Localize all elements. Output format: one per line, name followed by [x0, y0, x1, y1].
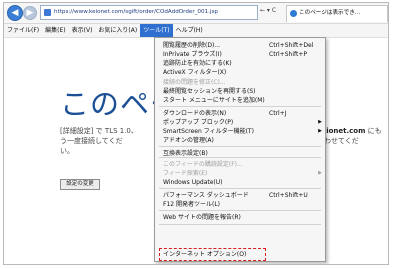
tools-menu-item[interactable]: 追跡防止を有効にする(K) [155, 59, 325, 68]
change-settings-button[interactable]: 設定の変更 [60, 179, 100, 190]
browser-window: ◀ ▶ https://www.keionet.com/sgift/order/… [3, 2, 389, 265]
tools-menu-item-label: Web サイトの問題を報告(R) [163, 214, 241, 221]
arrow-right-icon: ▶ [26, 7, 34, 18]
tools-menu-item[interactable]: 互換表示設定(B) [155, 149, 325, 158]
tools-menu-item-label: ダウンロードの表示(N) [163, 110, 227, 117]
menu-separator [159, 224, 321, 225]
shortcut-text: Ctrl+Shift+P [269, 51, 307, 58]
tools-menu-item-label: 互換表示設定(B) [163, 150, 208, 157]
tools-menu-item[interactable]: SmartScreen フィルター機能(T) ▶ [155, 127, 325, 136]
menu-separator [159, 188, 321, 189]
url-text: https://www.keionet.com/sgift/order/COdA… [54, 9, 218, 15]
tools-menu-item-label: F12 開発者ツール(L) [163, 201, 221, 208]
menu-item-5[interactable]: ヘルプ(H) [173, 24, 206, 37]
menu-item-1[interactable]: 編集(E) [42, 24, 68, 37]
tools-menu-item[interactable]: Windows Update(U) [155, 178, 325, 187]
page-icon [44, 9, 51, 16]
address-tools-icons[interactable]: ← ▾ C [260, 7, 276, 14]
submenu-arrow-icon: ▶ [318, 170, 322, 176]
tools-dropdown-menu: 閲覧履歴の削除(D)... Ctrl+Shift+Del InPrivate ブラウ… [154, 37, 326, 262]
shortcut-text: Ctrl+Shift+Del [269, 42, 314, 49]
tools-menu-item-label: SmartScreen フィルター機能(T) [163, 128, 254, 135]
page-body-right: keionet.com にも 合わせてくだ [317, 126, 387, 146]
ie-icon [290, 10, 297, 17]
submenu-arrow-icon: ▶ [318, 128, 322, 134]
tools-menu-item-label: ポップアップ ブロック(P) [163, 119, 234, 126]
menu-item-0[interactable]: ファイル(F) [4, 24, 42, 37]
tools-menu-item[interactable]: Web サイトの問題を報告(R) [155, 213, 325, 222]
tools-menu-item-label: このフィードの購読設定(F)... [163, 161, 243, 168]
submenu-arrow-icon: ▶ [318, 119, 322, 125]
tools-menu-item-label: アドオンの管理(A) [163, 137, 214, 144]
back-button[interactable]: ◀ [7, 5, 23, 21]
menu-item-4[interactable]: ツール(T) [140, 24, 173, 37]
tools-menu-item[interactable]: 最終閲覧セッションを再開する(S) [155, 87, 325, 96]
tools-menu-item[interactable]: F12 開発者ツール(L) [155, 200, 325, 209]
tools-menu-item[interactable]: 接続の問題を修正(C)... [155, 78, 325, 87]
tools-menu-item[interactable]: ActiveX フィルター(X) [155, 68, 325, 77]
tools-menu-item-label: 閲覧履歴の削除(D)... [163, 42, 221, 49]
tools-menu-item-label: 最終閲覧セッションを再開する(S) [163, 88, 256, 95]
tab-title: このページは表示でき... [299, 10, 361, 16]
menu-item-3[interactable]: お気に入り(A) [95, 24, 140, 37]
tools-menu-item-label: フィード探索(E) [163, 170, 208, 177]
tools-menu-item[interactable]: このフィードの購読設定(F)... [155, 160, 325, 169]
tools-menu-item[interactable]: パフォーマンス ダッシュボード Ctrl+Shift+U [155, 191, 325, 200]
tools-menu-item[interactable]: フィード探索(E) ▶ [155, 169, 325, 178]
tools-menu-item-label: パフォーマンス ダッシュボード [163, 192, 249, 199]
tools-menu-item-label: Windows Update(U) [163, 179, 223, 186]
menu-item-2[interactable]: 表示(V) [69, 24, 96, 37]
shortcut-text: Ctrl+Shift+U [269, 192, 308, 199]
tools-menu-item-label: スタート メニューにサイトを追加(M) [163, 97, 265, 104]
tools-menu-item-label: インターネット オプション(O) [163, 251, 247, 258]
tools-menu-item[interactable]: ポップアップ ブロック(P) ▶ [155, 118, 325, 127]
shortcut-text: Ctrl+J [269, 110, 287, 117]
menu-separator [159, 210, 321, 211]
menu-bar: ファイル(F) 編集(E) 表示(V) お気に入り(A) ツール(T) ヘルプ(H) [4, 24, 388, 38]
address-row: ◀ ▶ https://www.keionet.com/sgift/order/… [4, 3, 388, 24]
tools-menu-item-label: 接続の問題を修正(C)... [163, 79, 226, 86]
browser-tab[interactable]: このページは表示でき... [286, 5, 388, 22]
tools-menu-item-label: 追跡防止を有効にする(K) [163, 60, 232, 67]
tools-menu-item[interactable]: アドオンの管理(A) [155, 136, 325, 145]
page-body-left: [詳細設定] で TLS 1.0、 う一度接続してくだ い。 [60, 127, 138, 155]
forward-button[interactable]: ▶ [23, 6, 37, 20]
menu-separator [159, 106, 321, 107]
tools-menu-item[interactable]: スタート メニューにサイトを追加(M) [155, 96, 325, 105]
menu-separator [159, 146, 321, 147]
arrow-left-icon: ◀ [11, 7, 19, 18]
tools-menu-item[interactable]: 閲覧履歴の削除(D)... Ctrl+Shift+Del [155, 41, 325, 50]
tools-menu-item-label: ActiveX フィルター(X) [163, 69, 227, 76]
tools-menu-item[interactable]: InPrivate ブラウズ(I) Ctrl+Shift+P [155, 50, 325, 59]
internet-options-item[interactable]: インターネット オプション(O) [155, 250, 325, 259]
tools-menu-item-label: InPrivate ブラウズ(I) [163, 51, 222, 58]
tools-menu-item[interactable]: ダウンロードの表示(N) Ctrl+J [155, 109, 325, 118]
domain-tail: にも [365, 127, 382, 135]
address-bar[interactable]: https://www.keionet.com/sgift/order/COdA… [40, 5, 258, 20]
